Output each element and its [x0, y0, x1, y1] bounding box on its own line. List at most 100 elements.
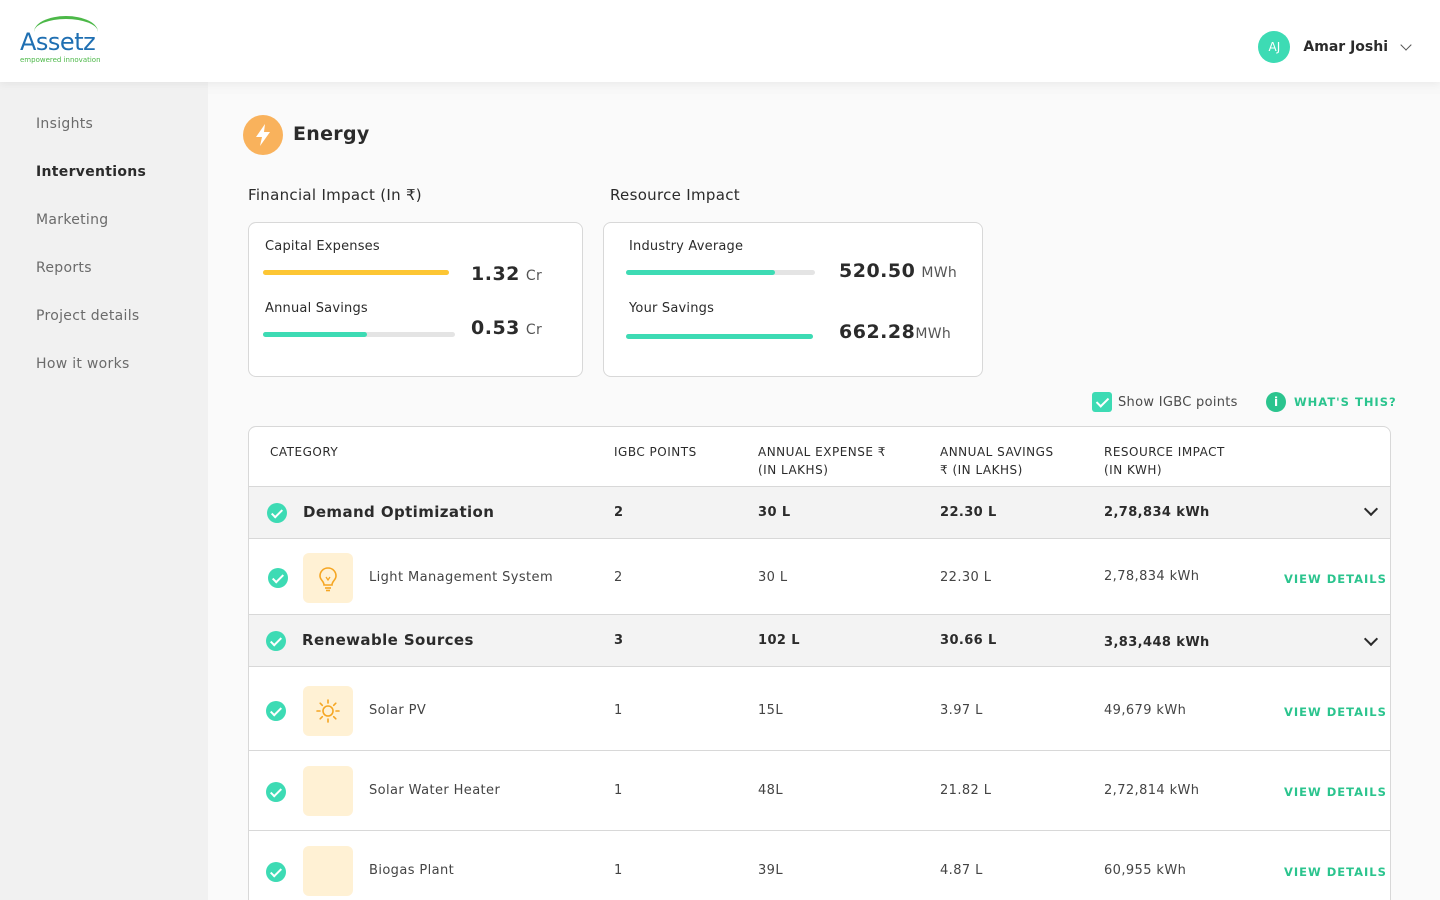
user-menu[interactable]: AJ Amar Joshi [1258, 30, 1412, 64]
annual-savings-metric: 0.53 Cr [471, 317, 542, 339]
header-igbc-points: IGBC POINTS [614, 445, 697, 459]
your-savings-value: 662.28 [839, 321, 916, 343]
annual-expense: 39L [758, 863, 783, 878]
sidebar-item-reports[interactable]: Reports [36, 260, 92, 276]
group-name: Demand Optimization [303, 503, 495, 521]
financial-impact-card: Capital Expenses 1.32 Cr Annual Savings 0… [248, 222, 583, 377]
capex-metric: 1.32 Cr [471, 263, 542, 285]
show-igbc-checkbox[interactable] [1092, 392, 1112, 412]
resource-impact: 2,78,834 kWh [1104, 569, 1200, 584]
resource-impact: 49,679 kWh [1104, 703, 1187, 718]
intervention-name: Solar PV [369, 703, 427, 718]
header-annual-savings-line2: ₹ (IN LAKHS) [940, 463, 1023, 477]
header-annual-expense: ANNUAL EXPENSE ₹ (IN LAKHS) [758, 443, 886, 479]
your-savings-bar [626, 334, 813, 339]
check-circle-icon[interactable] [266, 701, 286, 721]
energy-bolt-icon [243, 115, 283, 155]
header-annual-savings-line1: ANNUAL SAVINGS [940, 445, 1054, 459]
annual-expense: 48L [758, 783, 783, 798]
solar-water-heater-icon [303, 766, 353, 816]
table-row: Solar PV 1 15L 3.97 L 49,679 kWh VIEW DE… [249, 666, 1390, 750]
view-details-link[interactable]: VIEW DETAILS [1284, 572, 1387, 586]
biogas-plant-icon [303, 846, 353, 896]
annual-expense: 15L [758, 703, 783, 718]
sun-icon [303, 686, 353, 736]
your-savings-label: Your Savings [629, 301, 715, 316]
sidebar-item-marketing[interactable]: Marketing [36, 212, 108, 228]
sidebar-item-how-it-works[interactable]: How it works [36, 356, 130, 372]
user-name[interactable]: Amar Joshi [1303, 39, 1388, 55]
check-circle-icon[interactable] [266, 862, 286, 882]
annual-savings: 4.87 L [940, 863, 983, 878]
industry-average-metric: 520.50 MWh [839, 260, 957, 282]
check-circle-icon[interactable] [268, 568, 288, 588]
industry-average-unit: MWh [921, 265, 958, 281]
page-title: Energy [293, 123, 370, 145]
check-circle-icon[interactable] [266, 782, 286, 802]
your-savings-unit: MWh [915, 326, 952, 342]
intervention-name: Solar Water Heater [369, 783, 501, 798]
resource-impact: 2,72,814 kWh [1104, 783, 1200, 798]
header-annual-expense-line2: (IN LAKHS) [758, 463, 829, 477]
annual-expense: 30 L [758, 505, 791, 520]
logo-tagline: empowered innovation [20, 56, 101, 64]
header-annual-expense-line1: ANNUAL EXPENSE ₹ [758, 445, 886, 459]
resource-impact-label: Resource Impact [610, 186, 740, 204]
chevron-down-icon[interactable] [1363, 631, 1379, 647]
capex-label: Capital Expenses [265, 239, 380, 254]
header-resource-impact-line2: (IN KWH) [1104, 463, 1163, 477]
annual-savings: 21.82 L [940, 783, 992, 798]
sidebar-item-interventions[interactable]: Interventions [36, 164, 146, 180]
table-row: Biogas Plant 1 39L 4.87 L 60,955 kWh VIE… [249, 830, 1390, 900]
sidebar-item-project-details[interactable]: Project details [36, 308, 140, 324]
chevron-down-icon[interactable] [1363, 501, 1379, 517]
annual-savings-bar-fill [263, 332, 367, 337]
annual-savings: 30.66 L [940, 633, 997, 648]
avatar[interactable]: AJ [1258, 31, 1291, 63]
show-igbc-label[interactable]: Show IGBC points [1118, 395, 1238, 410]
header-resource-impact: RESOURCE IMPACT (IN KWH) [1104, 443, 1225, 479]
interventions-table: CATEGORY IGBC POINTS ANNUAL EXPENSE ₹ (I… [248, 426, 1391, 900]
whats-this-label[interactable]: WHAT'S THIS? [1294, 395, 1397, 409]
group-row-demand-optimization[interactable]: Demand Optimization 2 30 L 22.30 L 2,78,… [249, 486, 1390, 538]
sidebar: Insights Interventions Marketing Reports… [0, 82, 208, 900]
table-row: Light Management System 2 30 L 22.30 L 2… [249, 538, 1390, 614]
financial-impact-label: Financial Impact (In ₹) [248, 186, 422, 204]
annual-expense: 30 L [758, 570, 788, 585]
header-resource-impact-line1: RESOURCE IMPACT [1104, 445, 1225, 459]
annual-savings: 22.30 L [940, 570, 992, 585]
top-header: Assetz empowered innovation AJ Amar Josh… [0, 0, 1440, 82]
show-igbc-toggle[interactable]: Show IGBC points [1092, 392, 1238, 412]
view-details-link[interactable]: VIEW DETAILS [1284, 705, 1387, 719]
igbc-points: 2 [614, 570, 623, 585]
industry-average-bar-fill [626, 270, 776, 275]
annual-savings-unit: Cr [525, 322, 543, 338]
igbc-points: 3 [614, 633, 624, 648]
annual-expense: 102 L [758, 633, 800, 648]
capex-bar-fill [263, 270, 449, 275]
view-details-link[interactable]: VIEW DETAILS [1284, 865, 1387, 879]
resource-impact-card: Industry Average 520.50 MWh Your Savings … [603, 222, 983, 377]
header-category: CATEGORY [270, 445, 339, 459]
capex-bar [263, 270, 449, 275]
capex-unit: Cr [525, 268, 543, 284]
group-name: Renewable Sources [302, 631, 474, 649]
table-row: Solar Water Heater 1 48L 21.82 L 2,72,81… [249, 750, 1390, 830]
annual-savings-value: 0.53 [471, 317, 520, 339]
intervention-name: Biogas Plant [369, 863, 455, 878]
annual-savings: 22.30 L [940, 505, 997, 520]
logo-text: Assetz [20, 28, 96, 56]
assetz-logo[interactable]: Assetz empowered innovation [18, 16, 102, 66]
chevron-down-icon[interactable] [1400, 38, 1412, 51]
industry-average-value: 520.50 [839, 260, 916, 282]
annual-savings-label: Annual Savings [265, 301, 368, 316]
whats-this-link[interactable]: i WHAT'S THIS? [1266, 392, 1397, 412]
your-savings-bar-fill [626, 334, 813, 339]
view-details-link[interactable]: VIEW DETAILS [1284, 785, 1387, 799]
info-icon[interactable]: i [1266, 392, 1286, 412]
intervention-name: Light Management System [369, 570, 554, 585]
capex-value: 1.32 [471, 263, 520, 285]
header-annual-savings: ANNUAL SAVINGS ₹ (IN LAKHS) [940, 443, 1054, 479]
group-row-renewable-sources[interactable]: Renewable Sources 3 102 L 30.66 L 3,83,4… [249, 614, 1390, 666]
sidebar-item-insights[interactable]: Insights [36, 116, 93, 132]
